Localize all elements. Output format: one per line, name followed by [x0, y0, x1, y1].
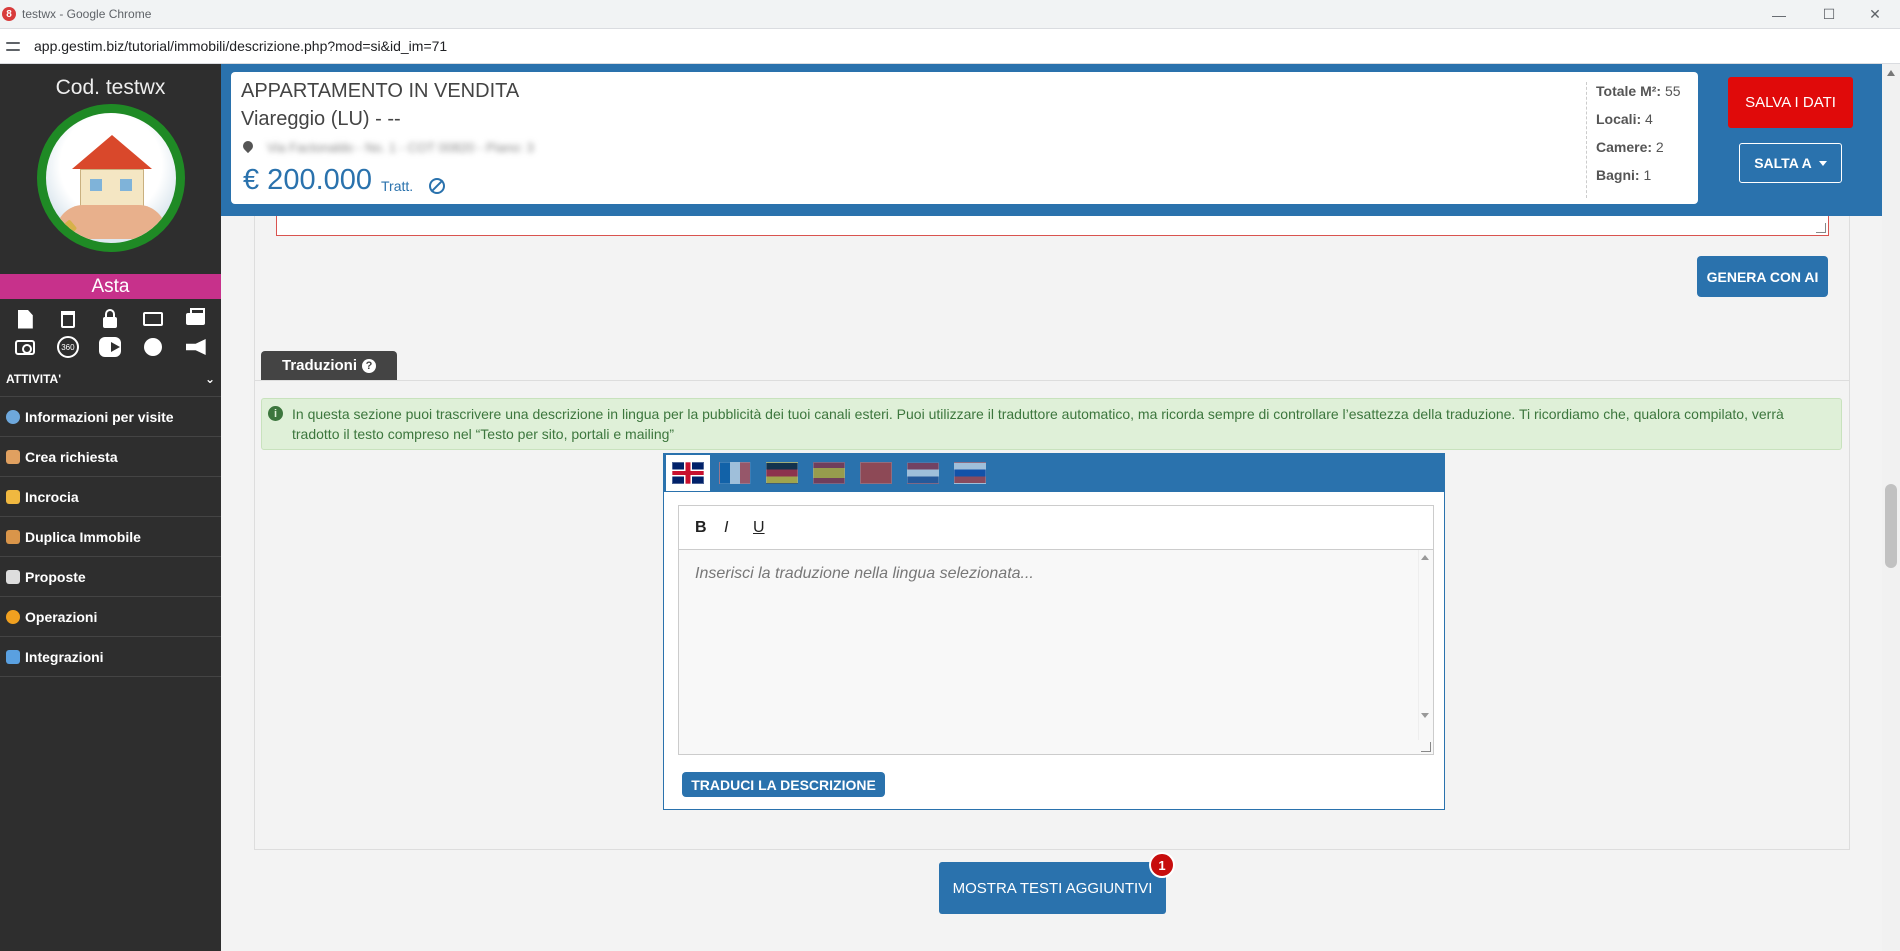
globe-icon[interactable]: [142, 337, 164, 357]
match-icon: [6, 489, 20, 504]
menu-item-create-request[interactable]: Crea richiesta: [0, 437, 221, 477]
info-alert: i In questa sezione puoi trascrivere una…: [261, 398, 1842, 450]
underline-button[interactable]: U: [753, 519, 782, 537]
jump-to-dropdown[interactable]: SALTA A: [1739, 143, 1842, 183]
site-settings-icon[interactable]: [6, 39, 20, 53]
url-field[interactable]: app.gestim.biz/tutorial/immobili/descriz…: [34, 38, 447, 54]
megaphone-icon[interactable]: [185, 337, 207, 357]
menu-item-visit-info[interactable]: Informazioni per visite: [0, 397, 221, 437]
info-icon: i: [268, 406, 283, 421]
address-bar: app.gestim.biz/tutorial/immobili/descriz…: [0, 29, 1900, 64]
main-content: GENERA CON AI APPARTAMENTO IN VENDITA Vi…: [221, 64, 1882, 951]
360-icon[interactable]: 360: [56, 336, 79, 358]
sidebar: Cod. testwx Asta 360 ATTIVITA' ⌄ Informa…: [0, 64, 221, 951]
generate-ai-button[interactable]: GENERA CON AI: [1697, 256, 1828, 297]
minimize-button[interactable]: —: [1756, 0, 1802, 29]
menu-item-duplicate[interactable]: Duplica Immobile: [0, 517, 221, 557]
flag-nl-icon[interactable]: [901, 455, 945, 491]
flag-de-icon[interactable]: [760, 455, 804, 491]
menu-item-integrations[interactable]: Integrazioni: [0, 637, 221, 677]
window-title: testwx - Google Chrome: [22, 7, 152, 21]
property-header: APPARTAMENTO IN VENDITA Viareggio (LU) -…: [221, 64, 1882, 216]
activities-label: ATTIVITA': [6, 372, 62, 386]
browser-title-bar: 8 testwx - Google Chrome — ☐ ✕: [0, 0, 1900, 29]
editor-toolbar: B I U: [678, 505, 1434, 549]
textarea-scrollbar[interactable]: [1418, 550, 1433, 740]
file-icon[interactable]: [14, 309, 36, 329]
menu-item-proposals[interactable]: Proposte: [0, 557, 221, 597]
app-icon: 8: [2, 7, 16, 21]
flag-es-icon[interactable]: [807, 455, 851, 491]
duplicate-icon: [6, 529, 20, 544]
translation-textarea[interactable]: Inserisci la traduzione nella lingua sel…: [678, 549, 1434, 755]
address-text: Via Factonaldo - No. 1 - COT 00820 - Pia…: [267, 140, 534, 155]
trash-icon[interactable]: [57, 309, 79, 329]
maximize-button[interactable]: ☐: [1806, 0, 1852, 29]
translations-panel: i In questa sezione puoi trascrivere una…: [254, 380, 1850, 850]
scroll-down-icon: [1421, 713, 1429, 718]
scroll-up-icon[interactable]: [1887, 70, 1895, 76]
youtube-icon[interactable]: [99, 337, 122, 357]
ban-icon[interactable]: [429, 178, 445, 194]
stat-area: Totale M²: 55: [1596, 83, 1681, 99]
status-badge: Asta: [0, 274, 221, 299]
bold-button[interactable]: B: [695, 519, 724, 537]
activities-toggle[interactable]: ATTIVITA' ⌄: [0, 368, 221, 390]
euro-icon: [6, 609, 20, 624]
document-icon: [6, 569, 20, 584]
translate-button[interactable]: TRADUCI LA DESCRIZIONE: [682, 772, 885, 797]
scroll-thumb[interactable]: [1885, 484, 1897, 568]
translation-placeholder: Inserisci la traduzione nella lingua sel…: [695, 565, 1034, 582]
flag-cn-icon[interactable]: [854, 455, 898, 491]
tool-icons-row-2: 360: [0, 336, 221, 358]
save-button[interactable]: SALVA I DATI: [1728, 77, 1853, 128]
house-logo-icon: [36, 104, 185, 252]
close-button[interactable]: ✕: [1852, 0, 1898, 29]
print-icon[interactable]: [185, 308, 207, 329]
stat-bathrooms: Bagni: 1: [1596, 167, 1652, 183]
scroll-up-icon: [1421, 555, 1429, 560]
description-panel: [254, 216, 1850, 388]
flag-ru-icon[interactable]: [948, 455, 992, 491]
menu-item-operations[interactable]: Operazioni: [0, 597, 221, 637]
resize-grip-icon[interactable]: [1421, 742, 1431, 752]
property-code: Cod. testwx: [55, 76, 166, 99]
map-pin-icon: [243, 141, 253, 155]
stat-bedrooms: Camere: 2: [1596, 139, 1664, 155]
price-note: Tratt.: [381, 178, 414, 194]
caret-down-icon: [1818, 160, 1827, 166]
flag-fr-icon[interactable]: [713, 455, 757, 491]
request-icon: [6, 449, 20, 464]
page-scrollbar[interactable]: [1882, 64, 1900, 951]
help-icon[interactable]: ?: [362, 358, 376, 373]
folder-open-icon[interactable]: [142, 309, 164, 329]
tool-icons-row-1: [0, 308, 221, 330]
flag-uk-icon[interactable]: [666, 455, 710, 491]
tab-translations[interactable]: Traduzioni ?: [261, 351, 397, 380]
resize-grip-icon[interactable]: [1816, 223, 1826, 233]
property-card: APPARTAMENTO IN VENDITA Viareggio (LU) -…: [231, 72, 1698, 204]
property-stats: Totale M²: 55 Locali: 4 Camere: 2 Bagni:…: [1586, 82, 1698, 198]
camera-icon[interactable]: [14, 337, 36, 357]
menu-item-match[interactable]: Incrocia: [0, 477, 221, 517]
puzzle-icon: [6, 649, 20, 664]
clock-icon: [6, 409, 20, 424]
property-price: € 200.000: [243, 164, 373, 196]
language-tabs: [664, 454, 1444, 492]
description-textarea[interactable]: [276, 216, 1829, 236]
activity-menu: Informazioni per visite Crea richiesta I…: [0, 396, 221, 677]
property-address: Via Factonaldo - No. 1 - COT 00820 - Pia…: [243, 140, 534, 155]
chevron-down-icon: ⌄: [204, 372, 215, 386]
translation-editor: B I U Inserisci la traduzione nella ling…: [663, 453, 1445, 810]
stat-rooms: Locali: 4: [1596, 111, 1653, 127]
show-additional-texts-button[interactable]: MOSTRA TESTI AGGIUNTIVI: [939, 862, 1166, 914]
property-title: APPARTAMENTO IN VENDITA: [241, 80, 520, 102]
property-location: Viareggio (LU) - --: [241, 108, 401, 130]
lock-icon[interactable]: [99, 308, 121, 329]
notification-badge: 1: [1149, 852, 1175, 878]
italic-button[interactable]: I: [724, 519, 753, 537]
